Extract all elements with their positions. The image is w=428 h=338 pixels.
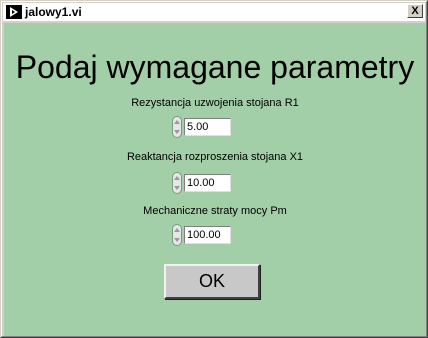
decrement-arrow-icon[interactable] (174, 186, 180, 190)
decrement-arrow-icon[interactable] (174, 238, 180, 242)
field-label-x1: Reaktancja rozproszenia stojana X1 (126, 151, 304, 163)
close-button[interactable]: X (407, 4, 423, 18)
field-label-pm: Mechaniczne straty mocy Pm (143, 205, 287, 217)
pm-input[interactable]: 100.00 (184, 226, 231, 244)
increment-arrow-icon[interactable] (174, 228, 180, 232)
ok-button[interactable]: OK (164, 264, 260, 299)
app-window: jalowy1.vi X Podaj wymagane parametry Re… (0, 0, 428, 338)
labview-run-icon (6, 5, 22, 19)
decrement-arrow-icon[interactable] (174, 130, 180, 134)
x1-input[interactable]: 10.00 (184, 174, 231, 192)
title-bar[interactable]: jalowy1.vi X (3, 3, 425, 21)
page-title: Podaj wymagane parametry (15, 49, 415, 85)
field-label-r1: Rezystancja uzwojenia stojana R1 (131, 97, 299, 109)
window-title: jalowy1.vi (25, 5, 82, 19)
front-panel: Podaj wymagane parametry Rezystancja uzw… (4, 23, 426, 336)
pm-spinner-arrows-icon[interactable] (172, 224, 182, 246)
close-icon: X (411, 5, 419, 17)
increment-arrow-icon[interactable] (174, 176, 180, 180)
x1-spinner-arrows-icon[interactable] (172, 172, 182, 194)
r1-spinner-arrows-icon[interactable] (172, 116, 182, 138)
increment-arrow-icon[interactable] (174, 120, 180, 124)
r1-input[interactable]: 5.00 (184, 118, 231, 136)
